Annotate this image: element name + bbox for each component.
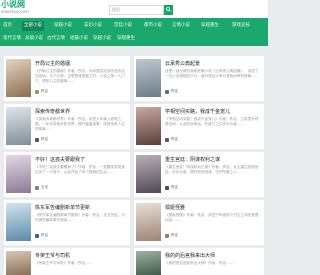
book-title[interactable]: 狐姬怪雅	[165, 205, 185, 211]
author-avatar	[35, 186, 39, 190]
book-card[interactable]: 陈东军告编剧新单节更新 《陈东军告编剧新单节更新》作者：佚名，全文完结，为你提供…	[4, 200, 130, 245]
book-title[interactable]: 专架王爷与司机	[35, 253, 70, 259]
book-cover[interactable]	[136, 59, 161, 97]
book-cover[interactable]	[6, 155, 31, 193]
book-title[interactable]: 不好！这孩夫要跟我了	[35, 157, 85, 163]
book-card[interactable]: 重生宫廷：阴谋权利之谋 《重生宫廷：阴谋权利之谋》作者：佚名，女主重生回到宫廷，…	[134, 152, 264, 197]
search-input[interactable]: 搜索	[109, 5, 164, 15]
book-author[interactable]: 佚名	[41, 137, 48, 142]
book-cover[interactable]	[6, 59, 31, 97]
book-card[interactable]: 狐姬怪雅 《狐姬怪雅》作者：佚名，讲述千年狐妖与书生之间的爱恨纠葛…… 佚名	[134, 200, 264, 245]
search-button[interactable]	[164, 5, 173, 15]
book-title[interactable]: 开局公主的婚姻	[35, 61, 70, 67]
book-cover[interactable]	[136, 251, 161, 275]
author-avatar	[165, 234, 169, 238]
book-author[interactable]: 佚名	[171, 89, 178, 94]
nav-item-chongsheng[interactable]: 穿越重生	[201, 21, 219, 31]
book-desc: 《专架王爷与司机》作者：佚名……	[35, 261, 93, 265]
book-desc: 《开局公主的婚姻》作者：佚名，为你提供这部作品的全文阅读。天下大势，正是群雄割据…	[35, 69, 125, 83]
book-card[interactable]: 探索传奇都世界 《探索传奇都世界》作者：佚名，讲述少年踏入修炼之路，一步步探索未…	[4, 104, 130, 149]
book-cover[interactable]	[6, 203, 31, 241]
nav-item-xuanhuan[interactable]: 玄幻小说	[84, 21, 102, 31]
search-icon	[166, 7, 171, 12]
book-author[interactable]: 佚名	[171, 233, 178, 238]
book-title[interactable]: 探索传奇都世界	[35, 109, 70, 115]
author-avatar	[35, 138, 39, 142]
logo-subtext: xiaoshuo.com	[1, 9, 29, 14]
book-cover[interactable]	[136, 155, 161, 193]
logo-text: 小说网	[1, 0, 25, 9]
book-cover[interactable]	[136, 203, 161, 241]
book-author[interactable]: 佚名	[171, 137, 178, 142]
book-desc: 《探索传奇都世界》作者：佚名，讲述少年踏入修炼之路，一步步探索未知世界，揭开重重…	[35, 117, 125, 131]
book-desc: 《重生宫廷：阴谋权利之谋》作者：佚名，女主重生回到宫廷，步步为营，揭开前世阴谋，…	[165, 165, 259, 174]
book-desc: 《狐姬怪雅》作者：佚名，讲述千年狐妖与书生之间的爱恨纠葛……	[165, 213, 259, 222]
top-bar: 小说网 xiaoshuo.com 搜索	[0, 0, 268, 18]
book-title[interactable]: 陈东军告编剧新单节更新	[35, 205, 90, 211]
book-author[interactable]: 佚名	[41, 89, 48, 94]
book-card[interactable]: 专架王爷与司机 《专架王爷与司机》作者：佚名……	[4, 248, 130, 275]
book-author[interactable]: 佚名	[41, 233, 48, 238]
nav-item-chongsheng-2[interactable]: 穿越重生	[117, 34, 135, 44]
book-author[interactable]: 五无	[41, 185, 48, 190]
book-desc: 《陈东军告编剧新单节更新》作者：佚名，全文完结，为你提供最新章节阅读……	[35, 213, 125, 222]
site-logo[interactable]: 小说网 xiaoshuo.com	[1, 0, 29, 16]
book-author[interactable]: 佚名	[171, 185, 178, 190]
nav-item-zongcai[interactable]: 总裁小说	[25, 34, 43, 44]
nav-item-xiandai[interactable]: 现代言情	[3, 34, 21, 44]
nav-item-chuanyue-2[interactable]: 穿越小说	[93, 34, 111, 44]
main-nav: 首页 全部小说 穿越小说 玄幻小说 宫廷小说 都市小说 言情小说 穿越重生 游戏…	[0, 18, 268, 46]
book-title[interactable]: 云承秀公典起景	[165, 61, 200, 67]
book-desc: 这是一部全新的穿越言情小说《云承秀公典起景》，讲述了一位少女穿越回古代，面对宫廷…	[165, 69, 259, 78]
nav-item-dushi[interactable]: 都市小说	[144, 21, 162, 31]
author-avatar	[35, 234, 39, 238]
book-title[interactable]: 我的的后宫我来出大师	[165, 253, 215, 259]
book-card[interactable]: 开局公主的婚姻 《开局公主的婚姻》作者：佚名，为你提供这部作品的全文阅读。天下大…	[4, 56, 130, 101]
book-desc: 《不好！这孩夫要跟我了》作者：佚名，一觉醒来发现身边多了一个孩子，从此开始了鸡飞…	[35, 165, 125, 174]
book-card[interactable]: 不好！这孩夫要跟我了 《不好！这孩夫要跟我了》作者：佚名，一觉醒来发现身边多了一…	[4, 152, 130, 197]
book-title[interactable]: 重生宫廷：阴谋权利之谋	[165, 157, 220, 163]
nav-item-chuanyue[interactable]: 穿越小说	[54, 21, 72, 31]
nav-item-duanpian[interactable]: 短篇小说	[70, 34, 88, 44]
book-card[interactable]: 我的的后宫我来出大师 《我的的后宫我来出大师》作者：佚名……	[134, 248, 264, 275]
nav-item-gongting[interactable]: 宫廷小说	[114, 21, 132, 31]
author-avatar	[35, 90, 39, 94]
nav-item-youxi[interactable]: 游戏竞技	[232, 21, 250, 31]
book-cover[interactable]	[136, 107, 161, 145]
author-avatar	[165, 138, 169, 142]
book-card[interactable]: 云承秀公典起景 这是一部全新的穿越言情小说《云承秀公典起景》，讲述了一位少女穿越…	[134, 56, 264, 101]
author-avatar	[165, 186, 169, 190]
nav-item-home[interactable]: 首页	[3, 21, 12, 31]
book-cover[interactable]	[6, 107, 31, 145]
book-desc: 《学相空间买路，我成千金宠儿》作者：佚名，主角意外获得空间，从此改变命运，在豪门…	[165, 117, 259, 126]
nav-item-all[interactable]: 全部小说	[22, 21, 44, 31]
book-card[interactable]: 学相空间买路，我成千金宠儿 《学相空间买路，我成千金宠儿》作者：佚名，主角意外获…	[134, 104, 264, 149]
nav-item-gudai[interactable]: 古代言情	[47, 34, 65, 44]
author-avatar	[165, 90, 169, 94]
book-title[interactable]: 学相空间买路，我成千金宠儿	[165, 109, 230, 115]
nav-item-yanqing[interactable]: 言情小说	[172, 21, 190, 31]
book-cover[interactable]	[6, 251, 31, 275]
book-desc: 《我的的后宫我来出大师》作者：佚名……	[165, 261, 234, 265]
